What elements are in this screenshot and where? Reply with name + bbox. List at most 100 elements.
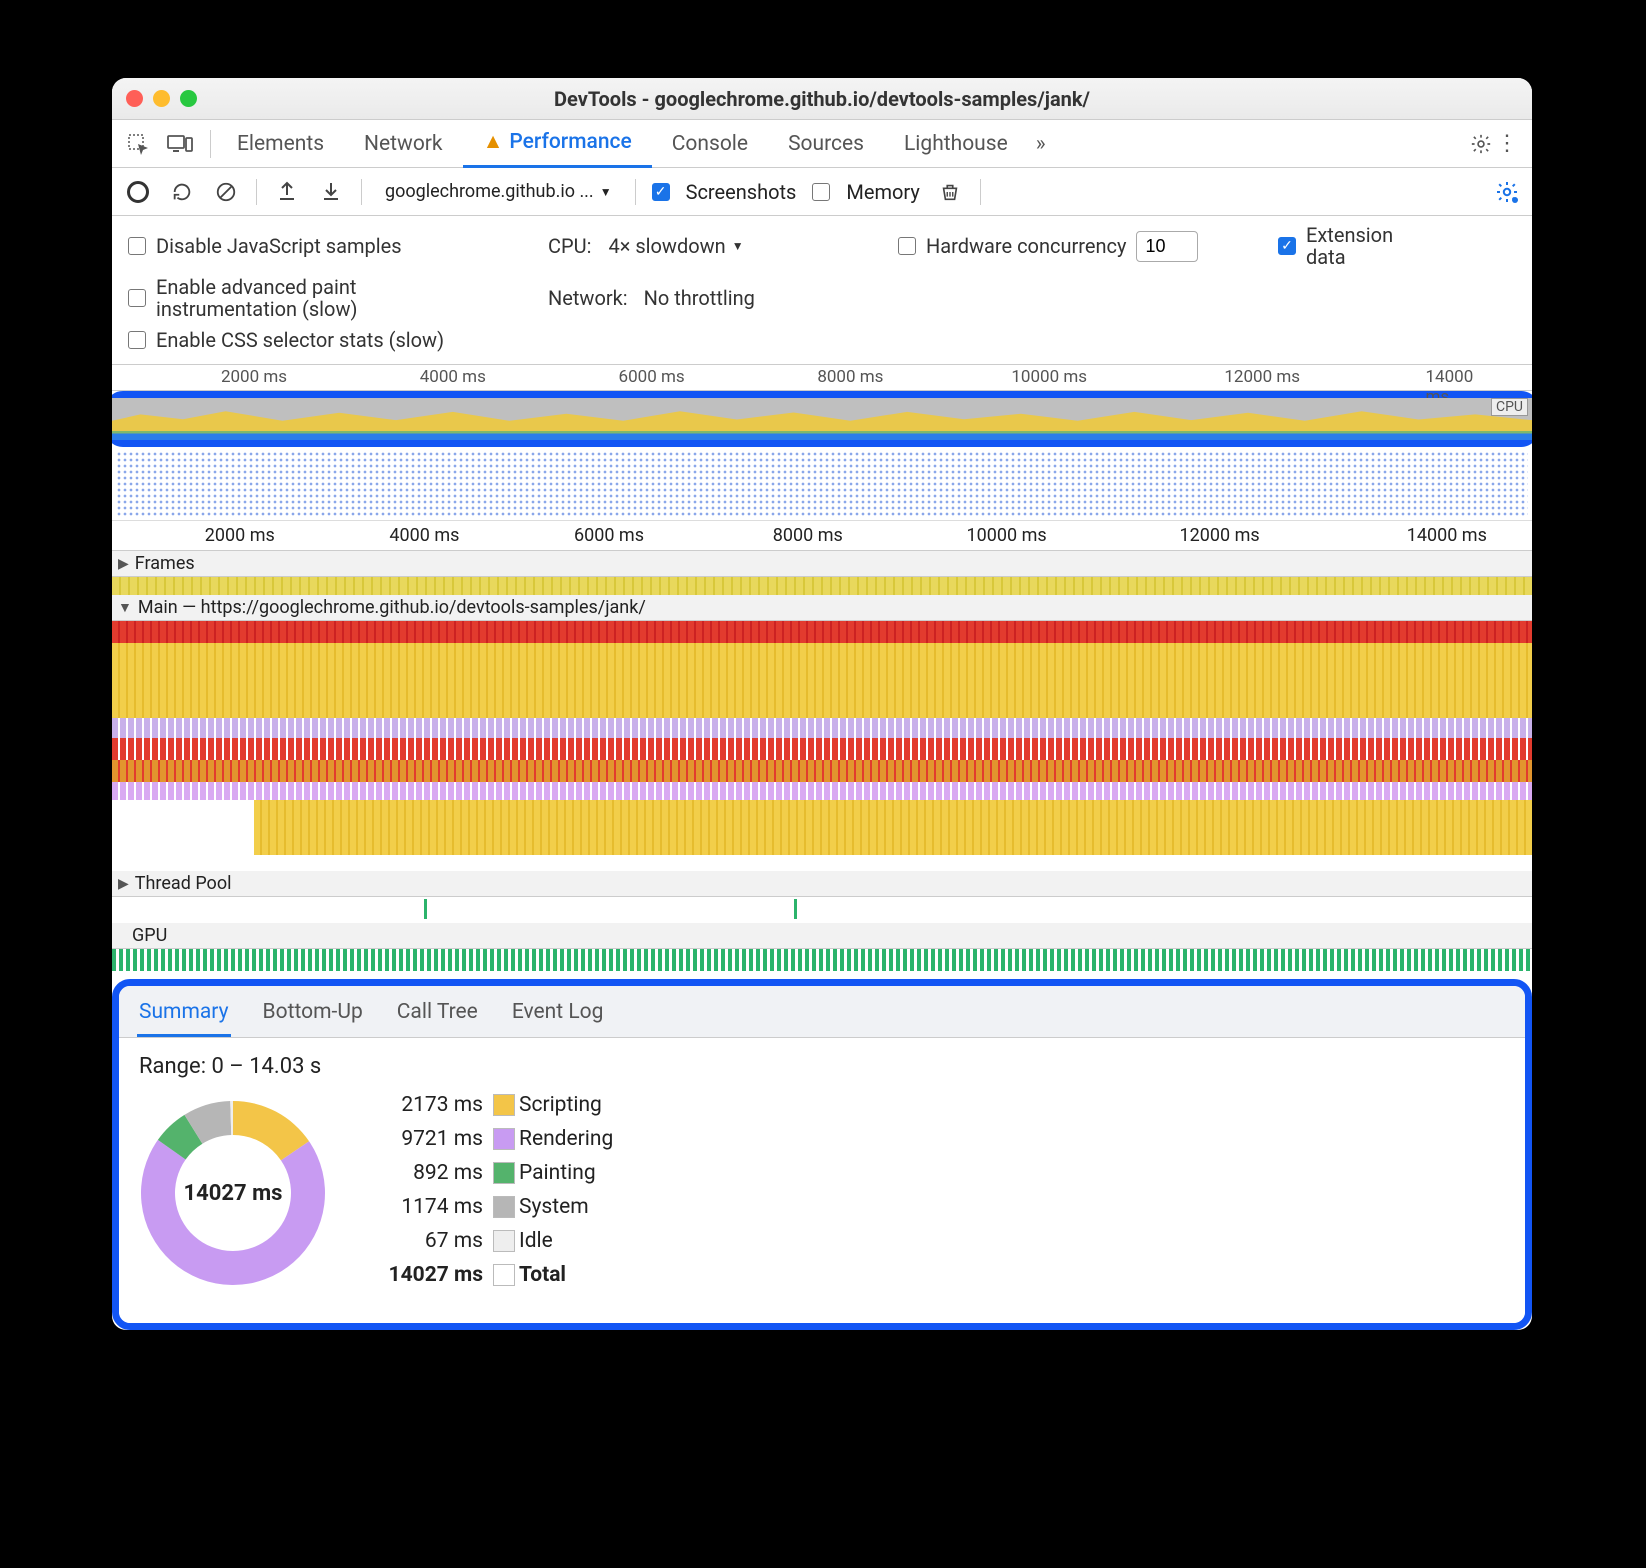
record-button[interactable] [124,178,152,206]
threadpool-track-label: Thread Pool [135,873,232,894]
more-icon[interactable]: ⋮ [1494,131,1520,157]
summary-range: Range: 0 – 14.03 s [139,1054,1505,1079]
legend-label: Total [519,1263,719,1287]
titlebar: DevTools - googlechrome.github.io/devtoo… [112,78,1532,120]
download-icon[interactable] [317,178,345,206]
inspect-icon[interactable] [124,130,152,158]
legend-value: 2173 ms [383,1093,493,1117]
summary-legend: 2173 ms Scripting 9721 ms Rendering 892 ms Pa… [383,1093,719,1287]
enable-css-stats-checkbox[interactable] [128,331,146,349]
tab-performance-label: Performance [509,130,631,154]
cpu-label: CPU: [548,234,591,258]
caret-down-icon: ▼ [600,185,612,199]
summary-highlight: Summary Bottom-Up Call Tree Event Log Ra… [112,979,1532,1330]
details-panel: Summary Bottom-Up Call Tree Event Log Ra… [112,979,1532,1330]
ruler-tick: 6000 ms [619,367,685,387]
legend-value: 892 ms [383,1161,493,1185]
main-flamechart[interactable] [112,621,1532,871]
tab-network[interactable]: Network [344,120,463,168]
flame-ruler[interactable]: 2000 ms 4000 ms 6000 ms 8000 ms 10000 ms… [112,521,1532,551]
legend-label: System [519,1195,719,1219]
profile-dropdown-label: googlechrome.github.io ... [385,181,594,202]
tab-sources[interactable]: Sources [768,120,884,168]
legend-value: 14027 ms [383,1263,493,1287]
overview-ruler[interactable]: 2000 ms 4000 ms 6000 ms 8000 ms 10000 ms… [112,365,1532,391]
enable-paint-label: Enable advanced paint instrumentation (s… [156,276,476,320]
hw-concurrency-checkbox[interactable] [898,237,916,255]
upload-icon[interactable] [273,178,301,206]
cpu-highlight: CPU [112,391,1532,447]
frames-track-label: Frames [135,553,195,574]
memory-checkbox[interactable] [812,183,830,201]
disclosure-triangle-icon: ▶ [118,876,129,892]
legend-swatch [493,1230,515,1252]
frames-track[interactable] [112,577,1532,595]
perf-toolbar: googlechrome.github.io ... ▼ ✓ Screensho… [112,168,1532,216]
reload-record-button[interactable] [168,178,196,206]
legend-value: 67 ms [383,1229,493,1253]
ruler-tick: 8000 ms [817,367,883,387]
tab-performance[interactable]: ▲ Performance [463,120,652,168]
legend-swatch [493,1264,515,1286]
threadpool-track-header[interactable]: ▶ Thread Pool [112,871,1532,897]
clear-button[interactable] [212,178,240,206]
warning-icon: ▲ [483,130,504,154]
tab-event-log[interactable]: Event Log [510,994,606,1037]
ruler-tick: 14000 ms [1407,525,1487,546]
tab-console[interactable]: Console [652,120,768,168]
legend-swatch [493,1196,515,1218]
frames-track-header[interactable]: ▶ Frames [112,551,1532,577]
legend-swatch [493,1094,515,1116]
ruler-tick: 2000 ms [221,367,287,387]
tab-elements[interactable]: Elements [217,120,344,168]
capture-settings-icon[interactable] [1494,179,1520,205]
legend-swatch [493,1162,515,1184]
ruler-tick: 10000 ms [1011,367,1087,387]
disable-js-samples-checkbox[interactable] [128,237,146,255]
disclosure-triangle-icon: ▶ [118,556,129,572]
ruler-tick: 2000 ms [205,525,275,546]
gpu-track-header[interactable]: GPU [112,923,1532,949]
ruler-tick: 12000 ms [1224,367,1300,387]
main-track-header[interactable]: ▼ Main — https://googlechrome.github.io/… [112,595,1532,621]
cpu-overview[interactable]: CPU [112,398,1532,440]
tab-bottom-up[interactable]: Bottom-Up [261,994,365,1037]
threadpool-track[interactable] [112,897,1532,923]
flamechart-area: 2000 ms 4000 ms 6000 ms 8000 ms 10000 ms… [112,521,1532,971]
screenshots-strip[interactable] [112,447,1532,521]
legend-value: 9721 ms [383,1127,493,1151]
hw-concurrency-input[interactable] [1136,231,1198,262]
legend-label: Painting [519,1161,719,1185]
memory-label: Memory [846,180,919,204]
network-label: Network: [548,286,628,310]
tab-call-tree[interactable]: Call Tree [395,994,480,1037]
detail-tabs: Summary Bottom-Up Call Tree Event Log [119,986,1525,1038]
gpu-track-label: GPU [132,925,167,946]
ruler-tick: 4000 ms [420,367,486,387]
device-toggle-icon[interactable] [166,130,194,158]
gc-icon[interactable] [936,178,964,206]
legend-label: Scripting [519,1093,719,1117]
tabs-overflow[interactable]: » [1028,120,1054,168]
cpu-throttle-dropdown[interactable]: 4× slowdown ▼ [601,230,750,262]
legend-label: Idle [519,1229,719,1253]
extension-data-checkbox[interactable]: ✓ [1278,237,1296,255]
cpu-throttle-value: 4× slowdown [608,234,725,258]
settings-icon[interactable] [1468,131,1494,157]
enable-paint-checkbox[interactable] [128,289,146,307]
screenshots-checkbox[interactable]: ✓ [652,183,670,201]
donut-total: 14027 ms [133,1093,333,1293]
legend-label: Rendering [519,1127,719,1151]
extension-data-label: Extension data [1306,224,1416,268]
legend-value: 1174 ms [383,1195,493,1219]
disable-js-samples-label: Disable JavaScript samples [156,234,402,258]
tab-lighthouse[interactable]: Lighthouse [884,120,1028,168]
ruler-tick: 10000 ms [967,525,1047,546]
gpu-track[interactable] [112,949,1532,971]
window-title: DevTools - googlechrome.github.io/devtoo… [112,87,1532,111]
ruler-tick: 6000 ms [574,525,644,546]
main-track-label: Main — https://googlechrome.github.io/de… [138,597,646,618]
tab-summary[interactable]: Summary [137,994,231,1037]
profile-dropdown[interactable]: googlechrome.github.io ... ▼ [378,177,619,206]
overview-area: 2000 ms 4000 ms 6000 ms 8000 ms 10000 ms… [112,365,1532,521]
